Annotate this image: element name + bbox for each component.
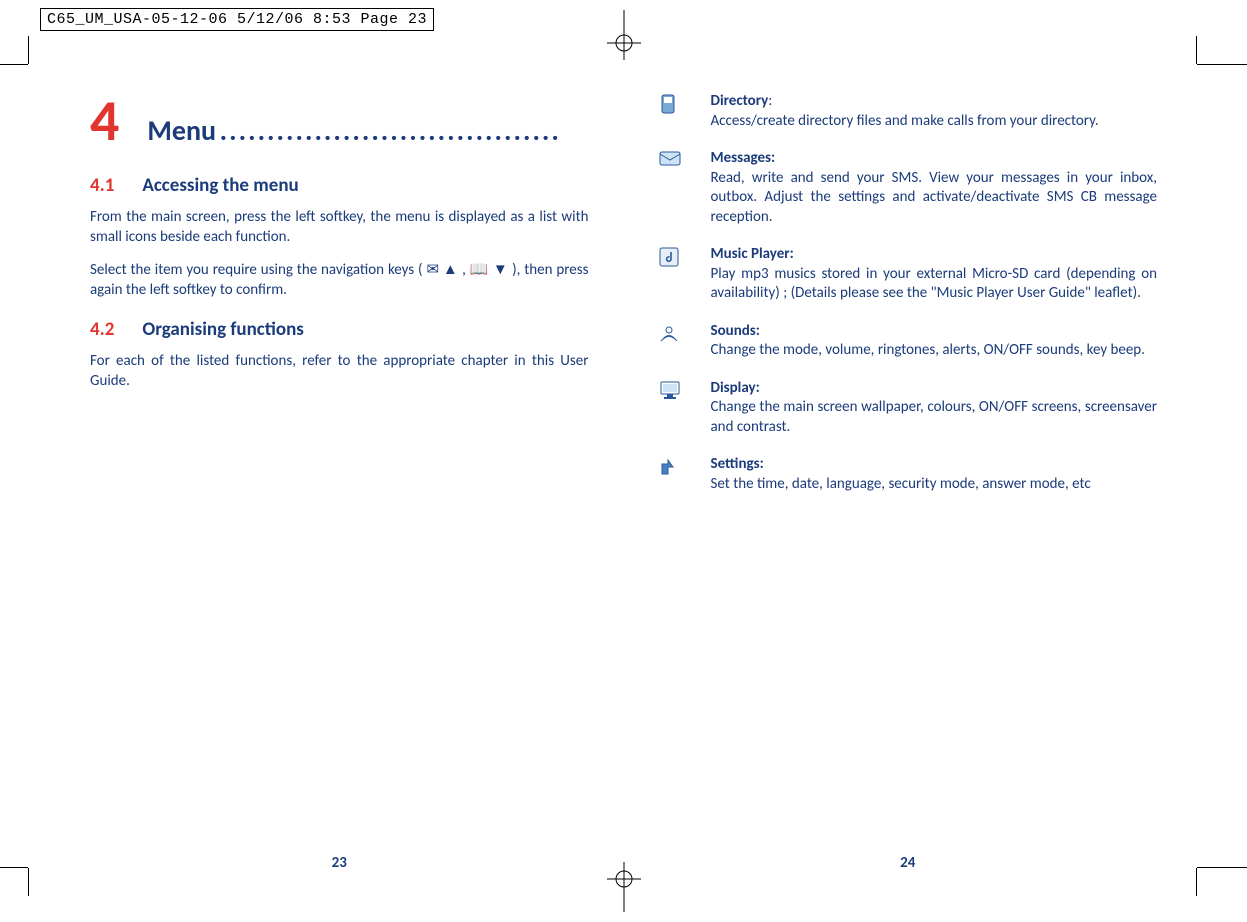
page-number: 23: [332, 854, 347, 872]
function-item-music-player: Music Player: Play mp3 musics stored in …: [659, 245, 1158, 304]
section-number: 4.1: [90, 174, 114, 197]
crop-mark: [0, 867, 28, 868]
section-heading: 4.2 Organising functions: [90, 318, 589, 341]
chapter-number: 4: [90, 92, 119, 150]
section-heading: 4.1 Accessing the menu: [90, 174, 589, 197]
sounds-icon: [659, 324, 681, 347]
chapter-heading: 4 Menu .................................…: [90, 92, 589, 150]
function-desc: Change the main screen wallpaper, colour…: [711, 398, 1158, 436]
function-desc: Read, write and send your SMS. View your…: [711, 169, 1158, 226]
function-desc: Play mp3 musics stored in your external …: [711, 265, 1158, 303]
function-title: Sounds:: [711, 322, 760, 340]
function-title: Settings:: [711, 455, 764, 473]
settings-icon: [659, 457, 681, 482]
section-title: Accessing the menu: [142, 174, 298, 197]
function-desc: Change the mode, volume, ringtones, aler…: [711, 341, 1145, 359]
function-desc: Set the time, date, language, security m…: [711, 475, 1091, 493]
body-paragraph: For each of the listed functions, refer …: [90, 351, 589, 392]
function-text: Sounds: Change the mode, volume, rington…: [711, 322, 1158, 361]
function-title: Messages:: [711, 149, 776, 167]
function-title: Music Player:: [711, 245, 794, 263]
directory-icon: [659, 94, 681, 119]
function-item-display: Display: Change the main screen wallpape…: [659, 379, 1158, 438]
registration-mark-icon: [607, 862, 641, 912]
registration-mark-icon: [607, 10, 641, 60]
function-text: Settings: Set the time, date, language, …: [711, 455, 1158, 494]
crop-mark: [28, 868, 29, 896]
leader-dots: ....................................: [220, 113, 561, 148]
function-desc: Access/create directory files and make c…: [711, 112, 1099, 130]
chapter-title: Menu: [147, 113, 216, 148]
page-left: 4 Menu .................................…: [90, 80, 589, 842]
print-slug: C65_UM_USA-05-12-06 5/12/06 8:53 Page 23: [40, 8, 434, 31]
body-paragraph: From the main screen, press the left sof…: [90, 207, 589, 248]
page-spread: 4 Menu .................................…: [90, 80, 1157, 842]
page-right: Directory: Access/create directory files…: [659, 80, 1158, 842]
function-item-sounds: Sounds: Change the mode, volume, rington…: [659, 322, 1158, 361]
crop-mark: [1196, 36, 1197, 64]
function-text: Display: Change the main screen wallpape…: [711, 379, 1158, 438]
display-icon: [659, 381, 681, 406]
function-text: Directory: Access/create directory files…: [711, 92, 1158, 131]
body-paragraph: Select the item you require using the na…: [90, 260, 589, 301]
crop-mark: [28, 36, 29, 64]
page-number: 24: [900, 854, 915, 872]
crop-mark: [1197, 64, 1247, 65]
music-player-icon: [659, 247, 681, 272]
function-item-directory: Directory: Access/create directory files…: [659, 92, 1158, 131]
crop-mark: [1196, 868, 1197, 896]
section-number: 4.2: [90, 318, 114, 341]
function-item-settings: Settings: Set the time, date, language, …: [659, 455, 1158, 494]
function-text: Music Player: Play mp3 musics stored in …: [711, 245, 1158, 304]
messages-icon: [659, 151, 681, 172]
crop-mark: [1197, 867, 1247, 868]
section-title: Organising functions: [142, 318, 304, 341]
colon: :: [768, 92, 772, 110]
function-item-messages: Messages: Read, write and send your SMS.…: [659, 149, 1158, 227]
function-title: Display:: [711, 379, 760, 397]
function-text: Messages: Read, write and send your SMS.…: [711, 149, 1158, 227]
crop-mark: [0, 64, 28, 65]
function-title: Directory: [711, 92, 769, 110]
